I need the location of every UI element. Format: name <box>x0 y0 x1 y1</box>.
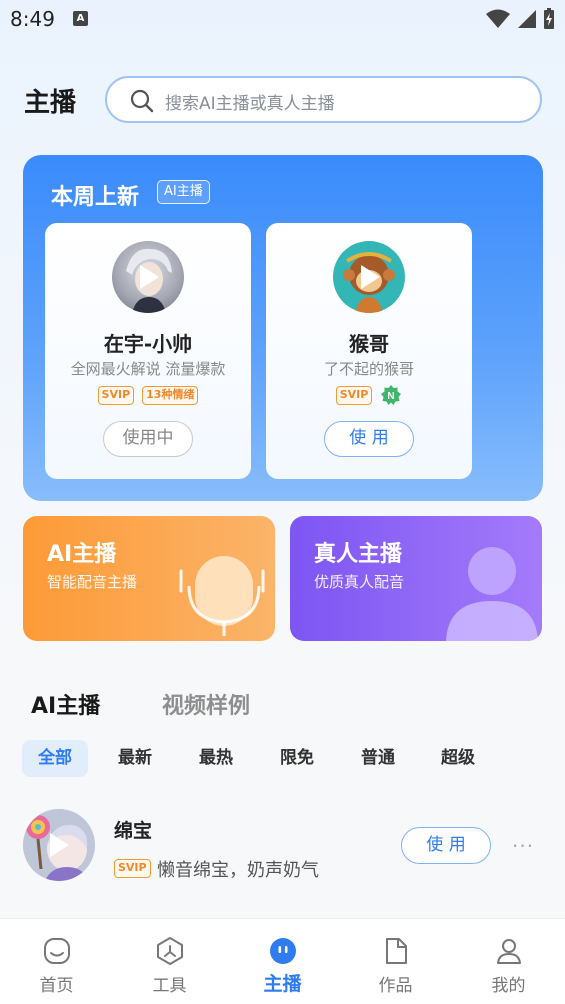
search-icon <box>130 89 154 113</box>
tools-icon <box>157 937 183 965</box>
tab-ai-anchor[interactable]: AI主播 <box>31 688 100 720</box>
list-item[interactable]: 绵宝 SVIP 懒音绵宝，奶声奶气 使 用 ··· <box>0 800 565 900</box>
filter-free[interactable]: 限免 <box>280 740 314 777</box>
battery-icon <box>544 8 554 29</box>
real-anchor-category[interactable]: 真人主播 优质真人配音 <box>290 516 542 641</box>
nav-label: 我的 <box>491 976 526 996</box>
anchor-card[interactable]: 在宇-小帅 全网最火解说 流量爆款 SVIP 13种情绪 使用中 <box>45 223 251 479</box>
emotion-badge: 13种情绪 <box>142 386 199 405</box>
svip-badge: SVIP <box>114 859 151 878</box>
use-button[interactable]: 使 用 <box>324 421 414 457</box>
anchor-tags: SVIP N <box>266 384 472 406</box>
wifi-icon <box>486 9 510 28</box>
search-placeholder: 搜索AI主播或真人主播 <box>165 94 335 114</box>
ai-anchor-category[interactable]: AI主播 智能配音主播 <box>23 516 275 641</box>
avatar[interactable] <box>23 809 95 881</box>
filter-hottest[interactable]: 最热 <box>199 740 233 777</box>
anchor-name: 猴哥 <box>349 332 389 356</box>
nav-works[interactable]: 作品 <box>339 919 452 1004</box>
person-icon <box>446 547 538 641</box>
category-subtitle: 智能配音主播 <box>47 573 138 591</box>
nav-home[interactable]: 首页 <box>0 919 113 1004</box>
anchor-desc: 了不起的猴哥 <box>323 360 414 378</box>
more-icon[interactable]: ··· <box>512 834 534 858</box>
weekly-new-section: 本周上新 AI主播 在宇-小帅 全网最火解说 流量爆款 SVIP 13种情绪 使… <box>23 155 543 501</box>
anchor-name: 在宇-小帅 <box>103 332 193 356</box>
nav-label: 首页 <box>39 976 74 996</box>
svip-badge: SVIP <box>335 386 373 405</box>
profile-icon <box>497 939 521 964</box>
nav-tools[interactable]: 工具 <box>113 919 226 1004</box>
nav-label: 主播 <box>263 973 302 995</box>
filter-all[interactable]: 全部 <box>22 740 88 777</box>
avatar[interactable] <box>112 241 184 313</box>
new-badge-icon: N <box>380 384 402 406</box>
filter-row: 全部 最新 最热 限免 普通 超级 <box>22 740 542 777</box>
category-title: 真人主播 <box>314 542 403 567</box>
svip-badge: SVIP <box>97 386 135 405</box>
nav-anchor[interactable]: 主播 <box>226 919 339 1004</box>
play-icon[interactable] <box>50 833 69 857</box>
category-title: AI主播 <box>47 542 117 567</box>
anchor-icon <box>270 938 296 964</box>
svg-text:N: N <box>388 391 395 402</box>
microphone-icon <box>179 556 265 636</box>
nav-label: 工具 <box>152 976 187 996</box>
anchor-tags: SVIP 13种情绪 <box>45 386 251 405</box>
signal-icon <box>518 10 536 28</box>
anchor-desc: 懒音绵宝，奶声奶气 <box>157 860 319 881</box>
weekly-title: 本周上新 <box>51 185 140 210</box>
home-icon <box>44 938 70 964</box>
avatar[interactable] <box>333 241 405 313</box>
category-subtitle: 优质真人配音 <box>314 573 405 591</box>
use-button[interactable]: 使 用 <box>401 827 491 864</box>
anchor-desc: 全网最火解说 流量爆款 <box>70 360 226 378</box>
nav-label: 作品 <box>378 976 413 996</box>
play-icon[interactable] <box>361 265 380 289</box>
in-use-button[interactable]: 使用中 <box>103 421 193 457</box>
filter-newest[interactable]: 最新 <box>118 740 152 777</box>
weekly-badge: AI主播 <box>157 180 210 204</box>
bottom-nav: 首页 工具 主播 作品 我的 <box>0 918 565 1004</box>
filter-normal[interactable]: 普通 <box>361 740 395 777</box>
anchor-name: 绵宝 <box>114 820 153 842</box>
search-input[interactable]: 搜索AI主播或真人主播 <box>105 76 542 123</box>
status-icons <box>485 8 555 30</box>
notification-icon: A <box>73 11 88 26</box>
page-title: 主播 <box>24 88 77 118</box>
filter-super[interactable]: 超级 <box>441 740 475 777</box>
status-bar: 8:49 A <box>0 0 565 38</box>
nav-profile[interactable]: 我的 <box>452 919 565 1004</box>
play-icon[interactable] <box>140 265 159 289</box>
status-time: 8:49 <box>10 7 55 31</box>
tab-video-samples[interactable]: 视频样例 <box>162 688 250 720</box>
works-icon <box>386 938 407 964</box>
anchor-card[interactable]: 猴哥 了不起的猴哥 SVIP N 使 用 <box>266 223 472 479</box>
